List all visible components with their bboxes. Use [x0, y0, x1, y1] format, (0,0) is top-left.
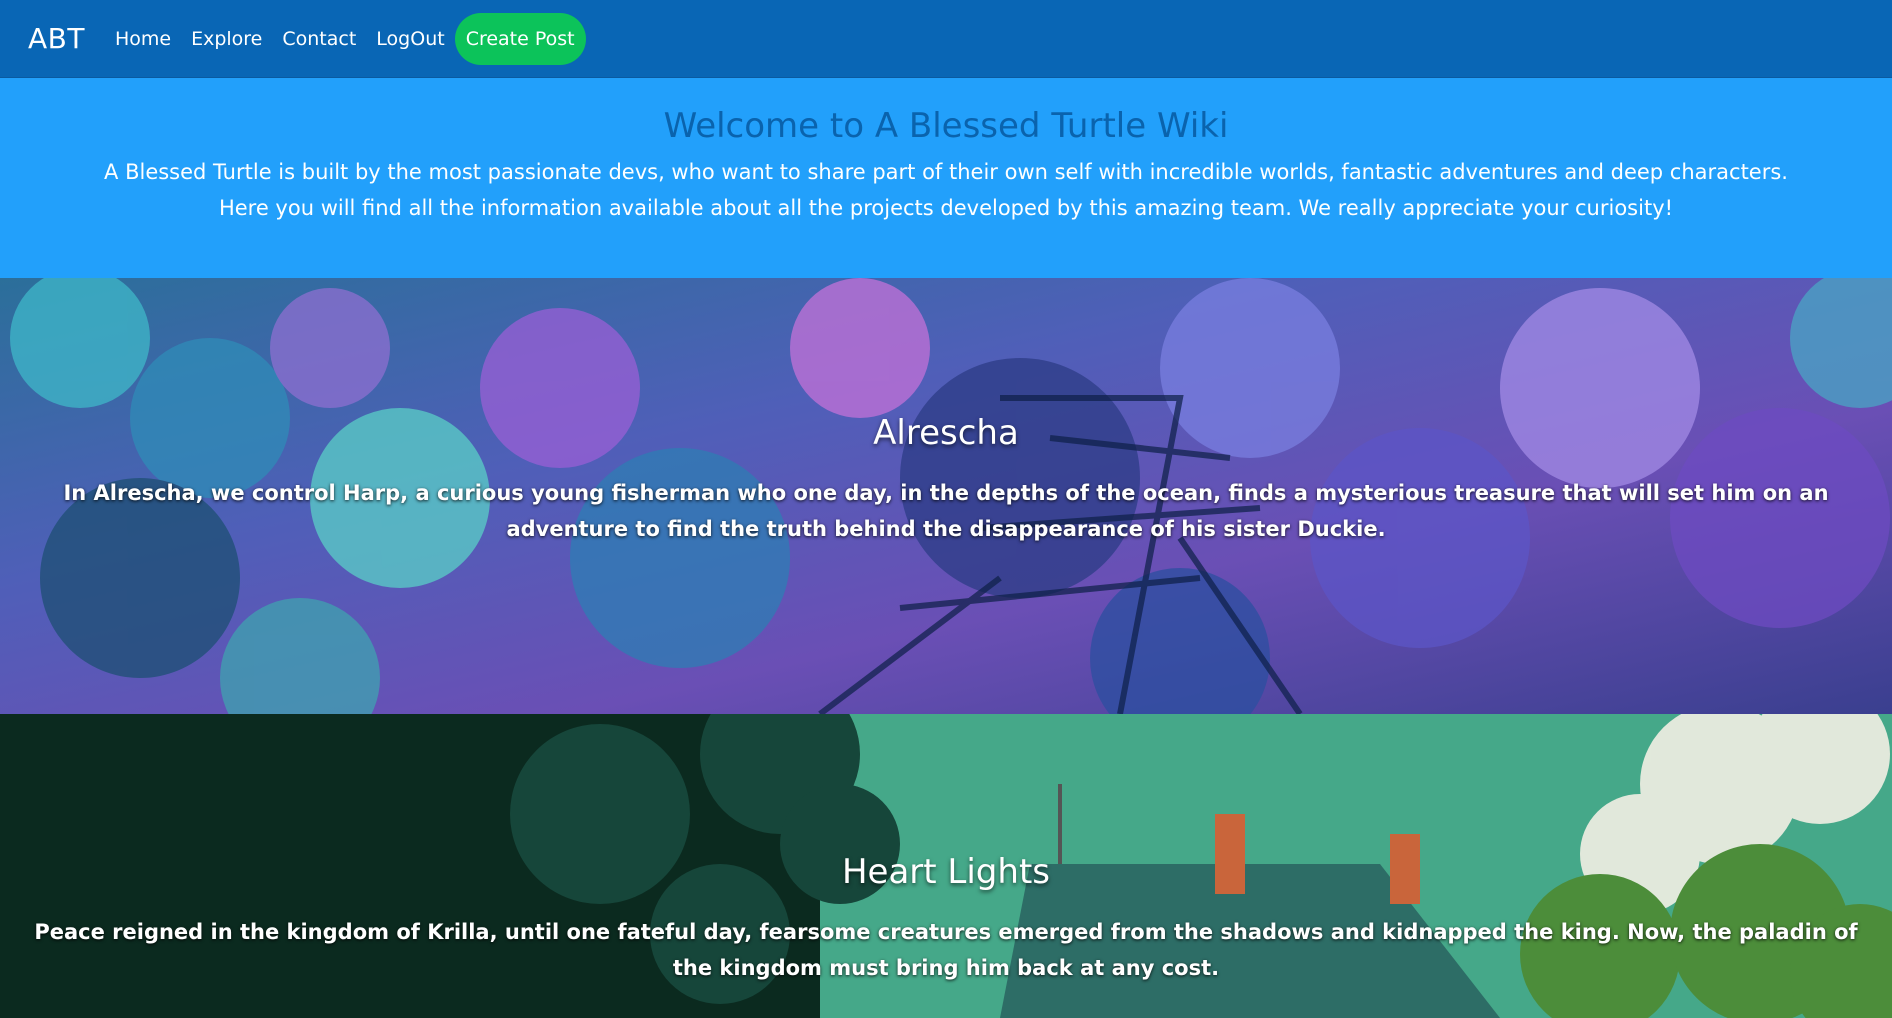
create-post-button[interactable]: Create Post	[454, 12, 586, 65]
hero-description-line1: A Blessed Turtle is built by the most pa…	[104, 160, 1788, 184]
brand-logo[interactable]: ABT	[28, 22, 85, 55]
project-title-heart-lights: Heart Lights	[841, 852, 1050, 892]
welcome-hero: Welcome to A Blessed Turtle Wiki A Bless…	[0, 78, 1892, 278]
project-card-heart-lights[interactable]: Heart Lights Peace reigned in the kingdo…	[0, 714, 1892, 1018]
project-description-heart-lights: Peace reigned in the kingdom of Krilla, …	[34, 920, 1858, 980]
project-card-alrescha[interactable]: Alrescha In Alrescha, we control Harp, a…	[0, 278, 1892, 714]
nav-link-home[interactable]: Home	[115, 28, 171, 50]
nav-link-explore[interactable]: Explore	[191, 28, 262, 50]
hero-description-line2: Here you will find all the information a…	[218, 196, 1674, 220]
project-title-alrescha: Alrescha	[873, 413, 1019, 453]
project-description-alrescha: In Alrescha, we control Harp, a curious …	[63, 481, 1829, 541]
nav-link-logout[interactable]: LogOut	[376, 28, 444, 50]
top-navbar: ABT Home Explore Contact LogOut Create P…	[0, 0, 1892, 78]
nav-link-contact[interactable]: Contact	[282, 28, 356, 50]
hero-title: Welcome to A Blessed Turtle Wiki	[663, 106, 1229, 146]
